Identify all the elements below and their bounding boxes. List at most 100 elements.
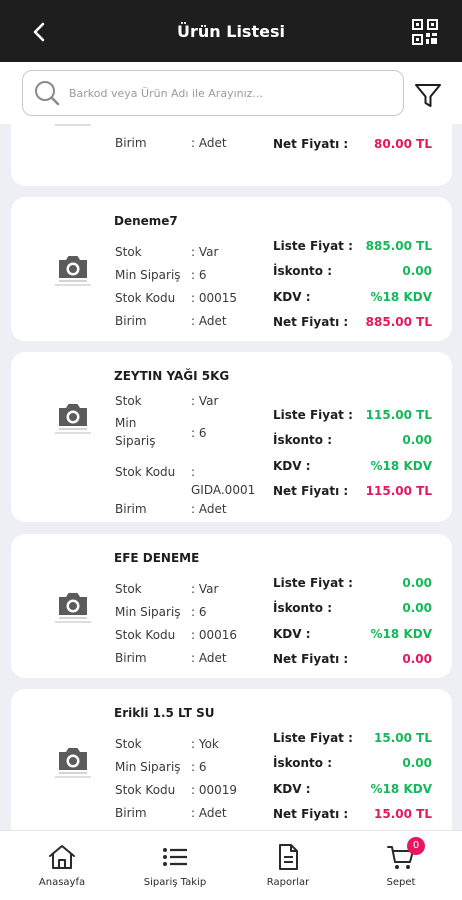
detail-value: : Var — [191, 394, 219, 408]
camera-icon — [49, 402, 97, 434]
detail-label: Birim — [115, 314, 147, 328]
detail-value: : Var — [191, 582, 219, 596]
detail-value: : Var — [191, 245, 219, 259]
detail-value: : 6 — [191, 605, 207, 619]
detail-label: Min Sipariş — [115, 605, 181, 619]
detail-value: : 00009 — [191, 124, 237, 129]
price-value: %18 KDV — [370, 627, 432, 641]
detail-value: : Yok — [191, 737, 219, 751]
price-label: İskonto : — [273, 433, 333, 447]
price-value: 885.00 TL — [365, 239, 432, 253]
product-card[interactable]: EFE DENEME Stok : Var Min Sipariş : 6 Stok Ko… — [11, 534, 452, 678]
product-card[interactable]: Erikli 1.5 LT SU Stok : Yok Min Sipariş : 6 S… — [11, 689, 452, 830]
cart-count-badge: 0 — [407, 837, 425, 855]
product-card[interactable]: Stok Kodu: 00009 Birim: Adet KDV : %18 KDV N… — [11, 124, 452, 186]
tab-orders[interactable]: Sipariş Takip — [125, 843, 225, 888]
price-value: 0.00 — [402, 433, 432, 447]
price-label: Net Fiyatı : — [273, 484, 349, 498]
camera-icon — [49, 746, 97, 778]
price-label: KDV : — [273, 124, 311, 126]
price-value: 885.00 TL — [365, 315, 432, 329]
detail-label: Min Sipariş — [115, 268, 181, 282]
detail-label: Birim — [115, 502, 147, 516]
price-label: Net Fiyatı : — [273, 807, 349, 821]
tab-reports[interactable]: Raporlar — [238, 843, 338, 888]
price-value: 15.00 TL — [374, 731, 432, 745]
detail-value: : Adet — [191, 651, 227, 665]
detail-label: Birim — [115, 136, 147, 150]
app-header: Ürün Listesi — [0, 0, 462, 62]
product-card[interactable]: ZEYTIN YAĞI 5KG Stok: Var Min Sipariş: 6 St… — [11, 352, 452, 522]
price-value: %18 KDV — [370, 782, 432, 796]
price-label: KDV : — [273, 782, 311, 796]
tab-reports-label: Raporlar — [266, 877, 310, 888]
product-name: Deneme7 — [114, 214, 178, 228]
tab-cart[interactable]: 0 Sepet — [351, 837, 451, 888]
camera-icon — [49, 254, 97, 286]
price-value: 115.00 TL — [365, 484, 432, 498]
price-label: İskonto : — [273, 756, 333, 770]
detail-label: Stok Kodu — [115, 465, 176, 479]
search-placeholder: Barkod veya Ürün Adı ile Arayınız... — [69, 86, 263, 100]
detail-value: : 00019 — [191, 783, 238, 797]
list-icon — [163, 848, 187, 866]
qr-code-icon[interactable] — [412, 19, 438, 45]
price-value: %18 KDV — [370, 459, 432, 473]
search-input[interactable]: Barkod veya Ürün Adı ile Arayınız... — [22, 70, 404, 116]
detail-label: Stok — [115, 582, 142, 596]
detail-value: : Adet — [191, 314, 227, 328]
bottom-tab-bar: Anasayfa Sipariş Takip Raporlar 0 Sepet — [0, 830, 462, 900]
detail-value: : Adet — [191, 806, 227, 820]
price-label: Liste Fiyat : — [273, 576, 353, 590]
price-label: Liste Fiyat : — [273, 239, 353, 253]
price-value: 80.00 TL — [374, 137, 432, 151]
product-card[interactable]: Deneme7 Stok : Var Min Sipariş : 6 Stok Kodu:… — [11, 197, 452, 341]
detail-label: Stok — [115, 245, 142, 259]
price-value: 0.00 — [402, 601, 432, 615]
search-bar: Barkod veya Ürün Adı ile Arayınız... — [0, 62, 462, 124]
detail-value: : 00015 — [191, 291, 238, 305]
detail-label: Stok — [115, 394, 142, 408]
price-value: 0.00 — [402, 264, 432, 278]
price-label: KDV : — [273, 459, 311, 473]
product-list[interactable]: Stok Kodu : 00009 Birim : Adet KDV : %18 KDV N… — [0, 124, 462, 830]
price-label: Net Fiyatı : — [273, 137, 349, 151]
page-title: Ürün Listesi — [177, 21, 285, 41]
detail-value: : Adet — [191, 136, 227, 150]
tab-cart-label: Sepet — [386, 877, 416, 888]
price-value: 0.00 — [402, 576, 432, 590]
detail-value: : 6 — [191, 760, 207, 774]
camera-icon — [49, 591, 97, 623]
detail-label: Stok — [115, 737, 142, 751]
detail-value: : 6 — [191, 426, 207, 440]
detail-value: : 6 — [191, 268, 207, 282]
product-name: Erikli 1.5 LT SU — [114, 706, 215, 720]
detail-label: Min Sipariş — [115, 416, 156, 448]
price-label: Liste Fiyat : — [273, 731, 353, 745]
price-value: 15.00 TL — [374, 807, 432, 821]
price-value: %18 KDV — [371, 124, 432, 126]
detail-label: Stok Kodu — [115, 291, 176, 305]
search-icon — [35, 81, 60, 106]
detail-label: Birim — [115, 651, 147, 665]
price-value: %18 KDV — [370, 290, 432, 304]
home-icon — [49, 845, 75, 869]
price-value: 0.00 — [402, 652, 432, 666]
price-value: 115.00 TL — [365, 408, 432, 422]
detail-label: Stok Kodu — [115, 783, 176, 797]
price-label: İskonto : — [273, 601, 333, 615]
detail-value: : Adet — [191, 502, 227, 516]
detail-label: Min Sipariş — [115, 760, 181, 774]
product-name: EFE DENEME — [114, 551, 200, 565]
detail-label: Birim — [115, 806, 147, 820]
filter-icon[interactable] — [414, 82, 442, 110]
price-label: Liste Fiyat : — [273, 408, 353, 422]
price-label: KDV : — [273, 290, 311, 304]
detail-label: Stok Kodu — [115, 628, 176, 642]
document-icon — [279, 844, 298, 870]
price-label: KDV : — [273, 627, 311, 641]
tab-home[interactable]: Anasayfa — [12, 843, 112, 888]
detail-value: : GIDA.0001 — [191, 465, 256, 497]
back-icon[interactable] — [26, 19, 52, 45]
price-label: Net Fiyatı : — [273, 652, 349, 666]
